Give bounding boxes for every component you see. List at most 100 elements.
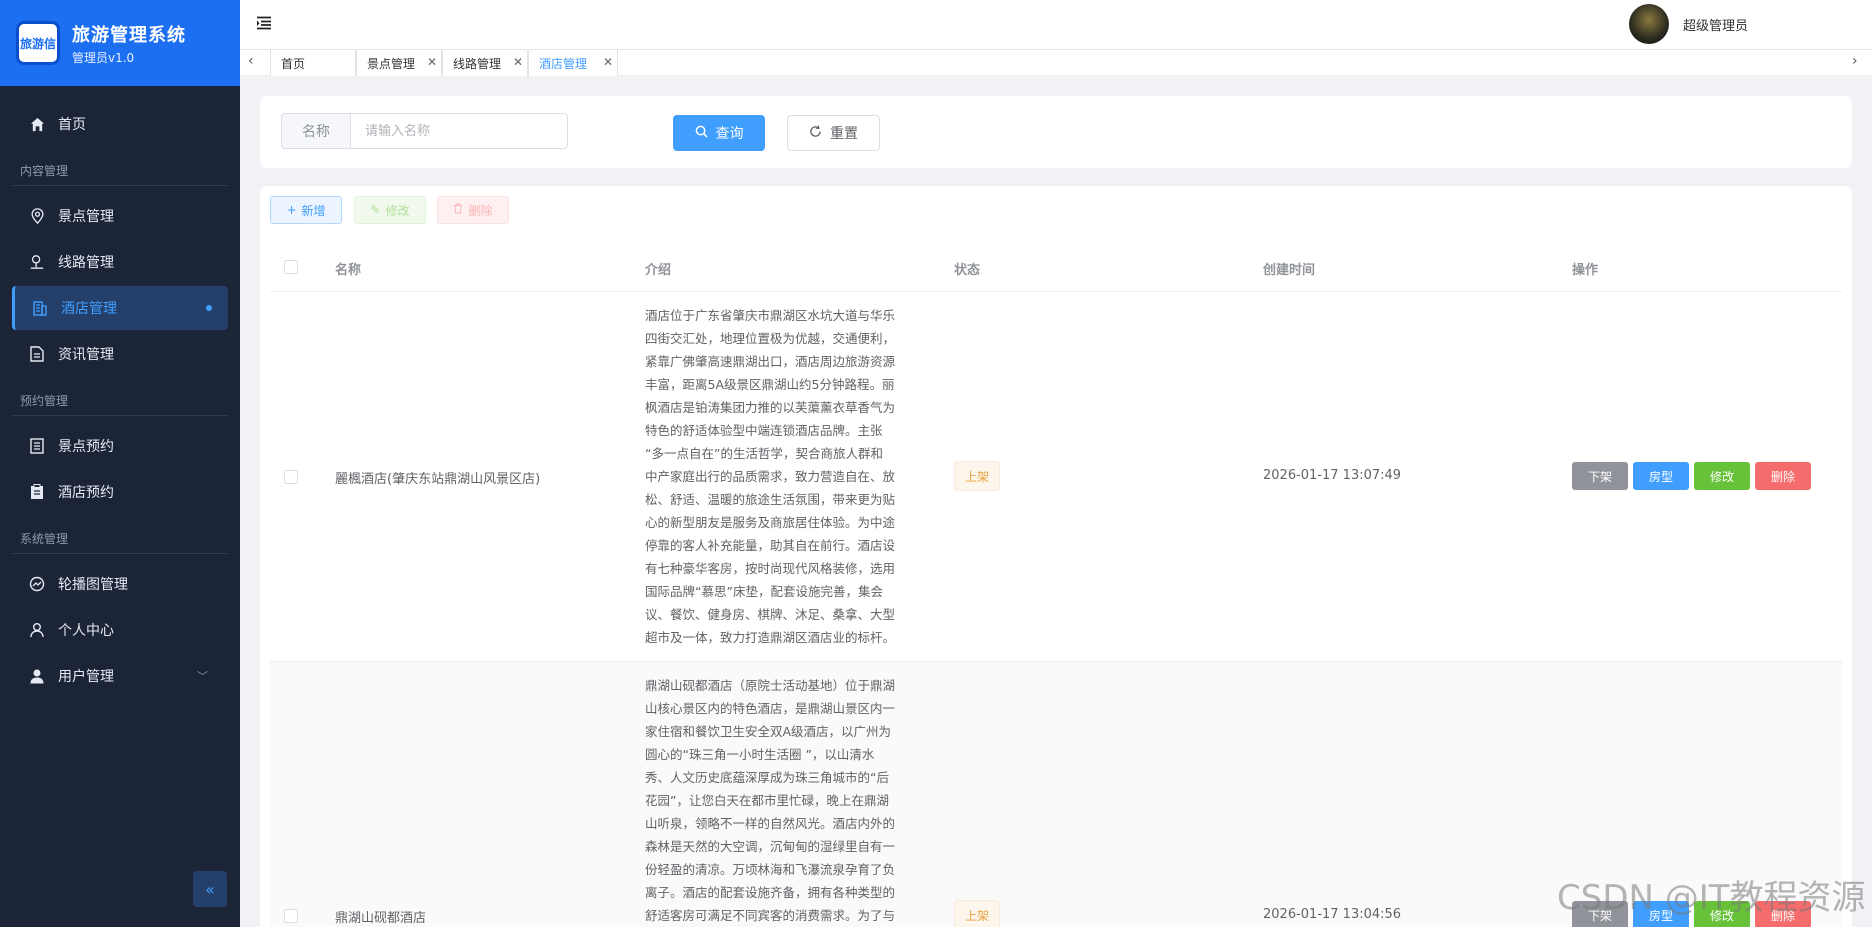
tab-label: 线路管理 xyxy=(453,56,502,71)
room-type-button[interactable]: 房型 xyxy=(1633,462,1689,490)
double-chevron-left-icon: « xyxy=(205,879,215,899)
app-version: 管理员v1.0 xyxy=(72,50,135,65)
sidebar-item-hotel-booking[interactable]: 酒店预约 xyxy=(12,470,228,514)
plus-icon: + xyxy=(286,203,297,217)
chevron-down-icon: ﹀ xyxy=(197,670,208,683)
row-edit-button[interactable]: 修改 xyxy=(1694,462,1750,490)
column-header-name: 名称 xyxy=(335,263,362,278)
user-filled-icon xyxy=(28,667,46,685)
sidebar-item-hotel[interactable]: 酒店管理 xyxy=(12,286,228,330)
location-pin-icon xyxy=(28,207,46,225)
sidebar-item-label: 用户管理 xyxy=(58,669,114,685)
tab-label: 景点管理 xyxy=(367,56,416,71)
watermark: CSDN @IT教程资源 xyxy=(1557,878,1866,918)
table-header: 名称 介绍 状态 创建时间 操作 xyxy=(270,242,1842,292)
row-delete-button[interactable]: 删除 xyxy=(1755,462,1811,490)
app-logo: 旅游信 xyxy=(16,21,60,65)
nav-group-title: 预约管理 xyxy=(12,378,228,416)
close-icon[interactable]: ✕ xyxy=(513,55,523,69)
search-button-label: 查询 xyxy=(715,126,744,142)
table-row[interactable]: 麗楓酒店(肇庆东站鼎湖山风景区店) 酒店位于广东省肇庆市鼎湖区水坑大道与华乐 四… xyxy=(270,292,1842,662)
active-indicator-dot xyxy=(206,305,212,311)
sidebar-item-home[interactable]: 首页 xyxy=(12,102,228,146)
column-header-intro: 介绍 xyxy=(645,263,672,278)
user-menu[interactable]: 超级管理员 xyxy=(1628,4,1748,44)
search-panel: 名称 查询 重置 xyxy=(260,96,1852,168)
collapse-sidebar-button[interactable]: « xyxy=(193,871,227,907)
sidebar-item-label: 酒店管理 xyxy=(61,301,117,317)
hotel-name: 鼎湖山砚都酒店 xyxy=(335,911,427,926)
status-badge: 上架 xyxy=(954,900,1000,927)
tab-scenic[interactable]: 景点管理 ✕ xyxy=(356,50,442,76)
row-checkbox[interactable] xyxy=(284,470,298,484)
sidebar-item-label: 线路管理 xyxy=(58,255,114,271)
sidebar-item-scenic-booking[interactable]: 景点预约 xyxy=(12,424,228,468)
document-list-icon xyxy=(28,437,46,455)
trash-icon xyxy=(453,203,463,217)
sidebar-nav: 首页 内容管理 景点管理 线路管理 酒店管理 资讯管理 预约管理 景点预约 酒店… xyxy=(0,86,240,698)
add-button[interactable]: + 新增 xyxy=(270,196,342,224)
sidebar-item-label: 景点管理 xyxy=(58,209,114,225)
username: 超级管理员 xyxy=(1682,18,1748,34)
sidebar-item-scenic[interactable]: 景点管理 xyxy=(12,194,228,238)
delete-button-label: 删除 xyxy=(468,203,493,218)
delete-button[interactable]: 删除 xyxy=(437,196,509,224)
sidebar-item-label: 首页 xyxy=(58,117,86,133)
hotel-name: 麗楓酒店(肇庆东站鼎湖山风景区店) xyxy=(335,472,541,487)
sidebar-item-users[interactable]: 用户管理 ﹀ xyxy=(12,654,228,698)
row-checkbox[interactable] xyxy=(284,909,298,923)
sidebar-item-carousel[interactable]: 轮播图管理 xyxy=(12,562,228,606)
sidebar-item-profile[interactable]: 个人中心 xyxy=(12,608,228,652)
route-pin-icon xyxy=(28,253,46,271)
sidebar-item-route[interactable]: 线路管理 xyxy=(12,240,228,284)
refresh-icon xyxy=(809,125,822,142)
column-header-status: 状态 xyxy=(954,263,981,278)
edit-button[interactable]: ✎ 修改 xyxy=(354,196,426,224)
clipboard-icon xyxy=(28,483,46,501)
column-header-created: 创建时间 xyxy=(1263,263,1316,278)
tab-route[interactable]: 线路管理 ✕ xyxy=(442,50,528,76)
created-time: 2026-01-17 13:04:56 xyxy=(1263,907,1402,922)
search-button[interactable]: 查询 xyxy=(673,115,765,151)
tabs-scroll-left-icon[interactable]: ‹ xyxy=(248,53,254,69)
sidebar-item-label: 酒店预约 xyxy=(58,485,114,501)
sidebar: 旅游信 旅游管理系统 管理员v1.0 首页 内容管理 景点管理 线路管理 酒店管… xyxy=(0,0,240,927)
document-icon xyxy=(28,345,46,363)
name-search-input[interactable] xyxy=(350,113,568,149)
close-icon[interactable]: ✕ xyxy=(427,55,437,69)
building-icon xyxy=(31,299,49,317)
close-icon[interactable]: ✕ xyxy=(603,55,613,69)
name-label: 名称 xyxy=(281,113,350,149)
hotel-intro: 酒店位于广东省肇庆市鼎湖区水坑大道与华乐 四街交汇处，地理位置极为优越，交通便利… xyxy=(645,308,896,645)
search-icon xyxy=(695,125,708,142)
user-outline-icon xyxy=(28,621,46,639)
select-all-checkbox[interactable] xyxy=(284,260,298,274)
sidebar-item-label: 景点预约 xyxy=(58,439,114,455)
avatar[interactable] xyxy=(1628,4,1669,44)
reset-button-label: 重置 xyxy=(830,126,858,142)
edit-button-label: 修改 xyxy=(385,203,410,218)
top-header: 超级管理员 xyxy=(240,0,1872,50)
add-button-label: 新增 xyxy=(301,203,326,218)
created-time: 2026-01-17 13:07:49 xyxy=(1263,468,1402,483)
tabs-scroll-right-icon[interactable]: › xyxy=(1852,53,1858,69)
tab-hotel[interactable]: 酒店管理 ✕ xyxy=(528,50,618,76)
status-badge: 上架 xyxy=(954,461,1000,491)
hamburger-icon[interactable] xyxy=(256,16,274,32)
dashboard-icon xyxy=(28,575,46,593)
app-title: 旅游管理系统 xyxy=(72,24,186,46)
reset-button[interactable]: 重置 xyxy=(787,115,880,151)
tab-home[interactable]: 首页 xyxy=(270,50,356,76)
home-icon xyxy=(28,115,46,133)
brand-header: 旅游信 旅游管理系统 管理员v1.0 xyxy=(0,0,240,86)
tabs-bar: ‹ 首页 景点管理 ✕ 线路管理 ✕ 酒店管理 ✕ › xyxy=(240,50,1872,76)
hotel-intro: 鼎湖山砚都酒店（原院士活动基地）位于鼎湖 山核心景区内的特色酒店，是鼎湖山景区内… xyxy=(645,678,896,923)
table-panel: + 新增 ✎ 修改 删除 名称 介绍 状态 创建时间 操作 麗楓酒店(肇庆东站鼎… xyxy=(260,186,1852,927)
nav-group-title: 系统管理 xyxy=(12,516,228,554)
unpublish-button[interactable]: 下架 xyxy=(1572,462,1628,490)
name-search-group: 名称 xyxy=(281,113,568,149)
tab-label: 首页 xyxy=(281,56,306,71)
column-header-actions: 操作 xyxy=(1572,263,1599,278)
sidebar-item-news[interactable]: 资讯管理 xyxy=(12,332,228,376)
tab-label: 酒店管理 xyxy=(539,56,588,71)
